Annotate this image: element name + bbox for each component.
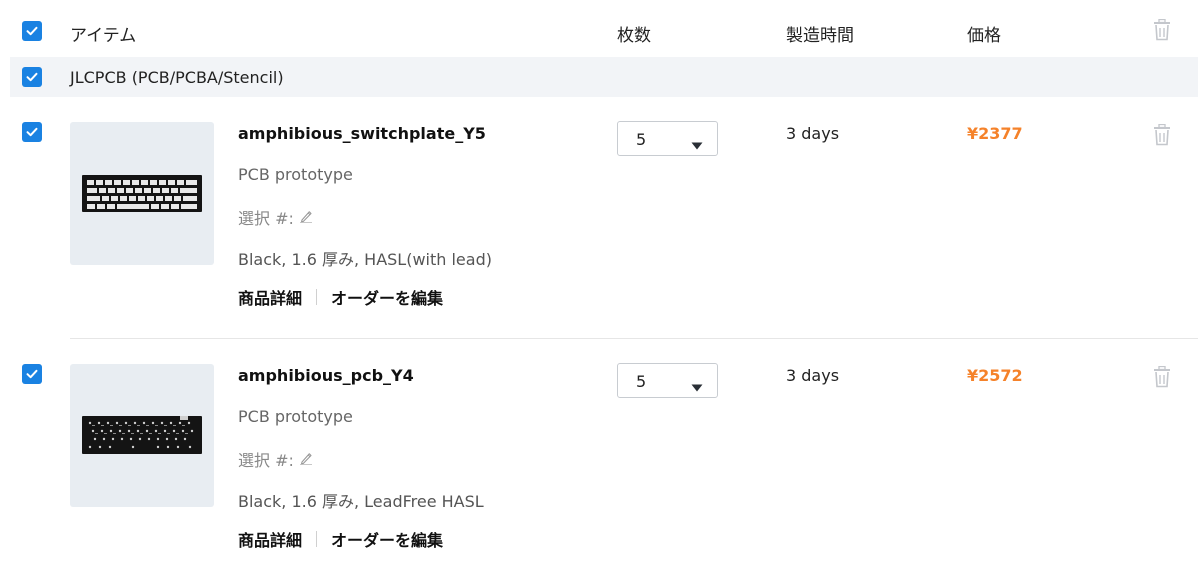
quantity-select[interactable]: 5 — [617, 363, 718, 398]
quantity-value: 5 — [636, 372, 647, 391]
build-time: 3 days — [786, 124, 840, 143]
link-divider — [316, 289, 318, 305]
item-price: ¥2572 — [967, 366, 1023, 385]
pencil-icon[interactable] — [299, 449, 313, 469]
caret-down-icon — [691, 377, 703, 396]
check-icon — [26, 127, 38, 137]
trash-icon — [1154, 18, 1170, 41]
product-specs: Black, 1.6 厚み, LeadFree HASL — [238, 492, 484, 511]
quantity-value: 5 — [636, 130, 647, 149]
column-header-price: 価格 — [967, 26, 1001, 46]
item-links: 商品詳細 オーダーを編集 — [238, 527, 443, 551]
item-links: 商品詳細 オーダーを編集 — [238, 285, 443, 309]
group-checkbox[interactable] — [22, 67, 42, 87]
selection-label: 選択 #: — [238, 209, 294, 228]
delete-item-button[interactable] — [1153, 365, 1171, 388]
check-icon — [26, 26, 38, 36]
quantity-select[interactable]: 5 — [617, 121, 718, 156]
item-divider — [70, 338, 1198, 339]
edit-order-link[interactable]: オーダーを編集 — [331, 285, 443, 309]
delete-all-button[interactable] — [1153, 18, 1171, 41]
trash-icon — [1154, 365, 1170, 388]
column-header-item: アイテム — [70, 26, 137, 46]
column-header-quantity: 枚数 — [617, 26, 651, 46]
product-thumbnail[interactable] — [70, 122, 214, 265]
selection-label: 選択 #: — [238, 451, 294, 470]
edit-order-link[interactable]: オーダーを編集 — [331, 527, 443, 551]
link-divider — [316, 531, 318, 547]
group-title: JLCPCB (PCB/PCBA/Stencil) — [70, 68, 284, 87]
product-details-link[interactable]: 商品詳細 — [238, 285, 302, 309]
trash-icon — [1154, 123, 1170, 146]
product-specs: Black, 1.6 厚み, HASL(with lead) — [238, 250, 492, 269]
pcb-thumbnail-icon — [82, 416, 202, 454]
pencil-icon[interactable] — [299, 207, 313, 227]
selection-number: 選択 #: — [238, 205, 313, 229]
item-checkbox[interactable] — [22, 364, 42, 384]
product-type: PCB prototype — [238, 407, 353, 426]
cart-item: amphibious_pcb_Y4 PCB prototype 選択 #: Bl… — [0, 340, 1200, 570]
product-name: amphibious_switchplate_Y5 — [238, 124, 486, 143]
product-details-link[interactable]: 商品詳細 — [238, 527, 302, 551]
check-icon — [26, 72, 38, 82]
column-header-build-time: 製造時間 — [786, 26, 854, 46]
switchplate-thumbnail-icon — [82, 175, 202, 212]
check-icon — [26, 369, 38, 379]
product-type: PCB prototype — [238, 165, 353, 184]
product-name: amphibious_pcb_Y4 — [238, 366, 414, 385]
caret-down-icon — [691, 135, 703, 154]
item-checkbox[interactable] — [22, 122, 42, 142]
select-all-checkbox[interactable] — [22, 21, 42, 41]
product-thumbnail[interactable] — [70, 364, 214, 507]
item-price: ¥2377 — [967, 124, 1023, 143]
selection-number: 選択 #: — [238, 447, 313, 471]
build-time: 3 days — [786, 366, 840, 385]
delete-item-button[interactable] — [1153, 123, 1171, 146]
cart-item: amphibious_switchplate_Y5 PCB prototype … — [0, 98, 1200, 328]
